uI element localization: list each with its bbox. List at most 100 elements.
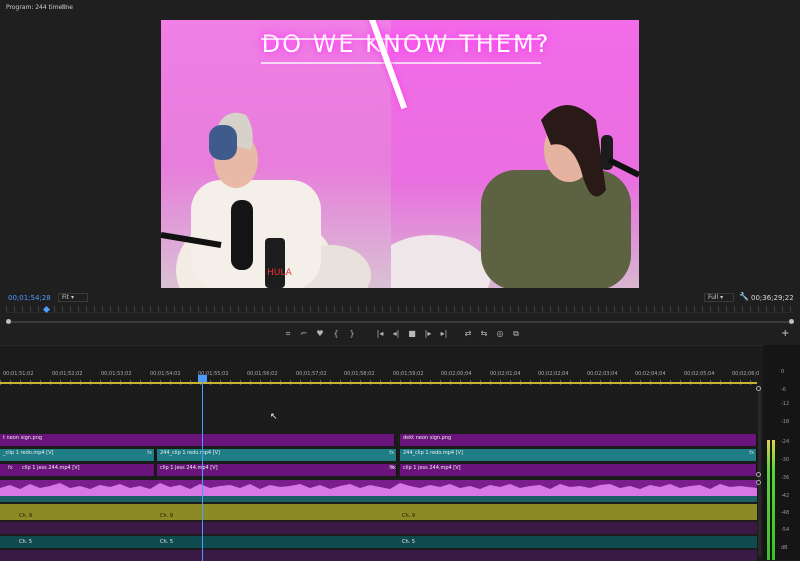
export-frame-icon[interactable]: ◎: [492, 328, 508, 340]
ruler-label: 00;02;06;0: [732, 371, 760, 377]
go-to-in-icon[interactable]: |◂: [372, 328, 388, 340]
channel-label: Ch. 9: [19, 513, 33, 519]
clip-jess-video[interactable]: fx clip 1 jess 244.mp4 [V]: [0, 464, 155, 476]
clip-redo-video[interactable]: 244_clip 1 redo.mp4 [V] fx: [157, 449, 397, 461]
safe-margins-icon[interactable]: ⌗: [280, 328, 296, 340]
wrench-icon[interactable]: 🔧: [739, 292, 749, 301]
lift-icon[interactable]: ⇄: [460, 328, 476, 340]
track-v1: fx clip 1 jess 244.mp4 [V] clip 1 jess 2…: [0, 464, 757, 476]
clip-label: clip 1 jess 244.mp4 [V]: [22, 465, 80, 471]
fx-badge: fx: [147, 450, 152, 456]
meter-label: -42: [781, 493, 790, 499]
neon-line-bottom: [261, 62, 541, 64]
person-left: HULA: [161, 112, 371, 288]
go-to-out-icon[interactable]: ▸|: [436, 328, 452, 340]
channel-label: Ch. 5: [160, 539, 174, 545]
resolution-value: Full: [708, 294, 719, 301]
ruler-label: 00;01;56;02: [247, 371, 278, 377]
ruler-label: 00;02;04;04: [635, 371, 666, 377]
audio-waveform: [0, 483, 757, 496]
resolution-select[interactable]: Full ▾: [704, 293, 734, 302]
fx-badge: fx: [749, 450, 754, 456]
mouse-cursor-icon: ↖: [270, 412, 278, 422]
meter-label: 0: [781, 369, 785, 375]
timeline-playhead-line[interactable]: [202, 376, 203, 561]
ruler-label: 00;01;57;02: [296, 371, 327, 377]
ruler-label: 00;02;05;04: [684, 371, 715, 377]
fx-badge: fx: [391, 465, 396, 471]
meter-level-right: [772, 440, 775, 560]
add-marker-icon[interactable]: ♥: [312, 328, 328, 340]
transport-controls: ⌗ ⌐ ♥ { } |◂ ◂| ■ |▸ ▸| ⇄ ⇆ ◎ ⧉: [280, 328, 524, 340]
scrollbar-handle-right[interactable]: [789, 319, 794, 324]
track-v3: t neon sign.png dekt neon sign.png: [0, 434, 757, 446]
timeline-panel: 00;01;51;02 00;01;52;02 00;01;53;02 00;0…: [0, 345, 800, 561]
timeline-vertical-scrollbar[interactable]: [758, 386, 761, 556]
program-monitor: Program: 244 timeline ≡ HULA DO WE KNOW …: [0, 0, 800, 345]
scroll-handle-mid[interactable]: [756, 472, 761, 477]
ruler-label: 00;01;52;02: [52, 371, 83, 377]
ruler-label: 00;02;03;04: [587, 371, 618, 377]
meter-label: -24: [781, 439, 790, 445]
extract-icon[interactable]: ⇆: [476, 328, 492, 340]
clip-redo-video[interactable]: _clip 1 redo.mp4 [V] fx: [0, 449, 155, 461]
clip-label: 244_clip 1 redo.mp4 [V]: [160, 450, 220, 456]
channel-label: Ch. 9: [402, 513, 416, 519]
zoom-fit-value: Fit: [62, 294, 70, 301]
panel-menu-icon[interactable]: ≡: [61, 3, 67, 11]
clip-neon-sign[interactable]: t neon sign.png: [0, 434, 395, 446]
mark-out-icon[interactable]: }: [344, 328, 360, 340]
clip-jess-video[interactable]: clip 1 jess 244.mp4 [V] fx: [391, 464, 757, 476]
clip-label: 244_clip 1 redo.mp4 [V]: [403, 450, 463, 456]
work-area-bar[interactable]: [0, 382, 757, 384]
scroll-handle-mid2[interactable]: [756, 480, 761, 485]
scrollbar-handle-left[interactable]: [6, 319, 11, 324]
overlay-icon[interactable]: ⌐: [296, 328, 312, 340]
clip-label: dekt neon sign.png: [403, 435, 452, 441]
meter-label: -12: [781, 401, 790, 407]
scrollbar-track: [6, 321, 794, 323]
track-a4-audio[interactable]: Ch. 5 Ch. 5 Ch. 5: [0, 536, 757, 548]
fx-badge: fx: [8, 465, 13, 471]
clip-redo-video[interactable]: 244_clip 1 redo.mp4 [V] fx: [400, 449, 757, 461]
add-button-icon[interactable]: +: [781, 328, 789, 339]
meter-label: dB: [781, 545, 788, 551]
timeline-playhead-handle[interactable]: [198, 375, 207, 382]
mark-in-icon[interactable]: {: [328, 328, 344, 340]
person-right: [391, 105, 639, 288]
meter-label: -54: [781, 527, 790, 533]
track-v2: _clip 1 redo.mp4 [V] fx 244_clip 1 redo.…: [0, 449, 757, 461]
zoom-fit-select[interactable]: Fit ▾: [58, 293, 88, 302]
clip-jess-video[interactable]: clip 1 jess 244.mp4 [V] fx: [157, 464, 397, 476]
track-a1-lower[interactable]: [0, 496, 757, 502]
clip-neon-sign[interactable]: dekt neon sign.png: [400, 434, 757, 446]
clip-label: _clip 1 redo.mp4 [V]: [3, 450, 54, 456]
ruler-label: 00;01;53;02: [101, 371, 132, 377]
ruler-label: 00;01;54;02: [150, 371, 181, 377]
track-a3-audio[interactable]: [0, 522, 757, 534]
video-right-half: [391, 20, 639, 288]
clip-label: t neon sign.png: [3, 435, 43, 441]
scroll-handle-top[interactable]: [756, 386, 761, 391]
stop-icon[interactable]: ■: [404, 328, 420, 340]
meter-label: -48: [781, 510, 790, 516]
ruler-label: 00;02;01;04: [490, 371, 521, 377]
playhead-timecode[interactable]: 00;01;54;28: [8, 294, 51, 302]
zoom-scrollbar[interactable]: [6, 318, 794, 326]
fx-badge: fx: [389, 450, 394, 456]
step-forward-icon[interactable]: |▸: [420, 328, 436, 340]
track-a5-audio[interactable]: [0, 550, 757, 561]
track-a2-audio[interactable]: Ch. 9 Ch. 9 Ch. 9: [0, 504, 757, 520]
monitor-time-ruler[interactable]: [6, 306, 794, 313]
duration-timecode: 00;36;29;22: [751, 294, 794, 302]
audio-meter-panel: 0 -6 -12 -18 -24 -30 -36 -42 -48 -54 dB: [763, 345, 800, 560]
track-a1-audio[interactable]: [0, 480, 757, 496]
ruler-label: 00;02;00;04: [441, 371, 472, 377]
meter-label: -30: [781, 457, 790, 463]
ruler-label: 00;01;51;02: [3, 371, 34, 377]
meter-label: -36: [781, 475, 790, 481]
comparison-view-icon[interactable]: ⧉: [508, 328, 524, 340]
step-back-icon[interactable]: ◂|: [388, 328, 404, 340]
ruler-label: 00;01;59;02: [393, 371, 424, 377]
ruler-label: 00;01;58;02: [344, 371, 375, 377]
